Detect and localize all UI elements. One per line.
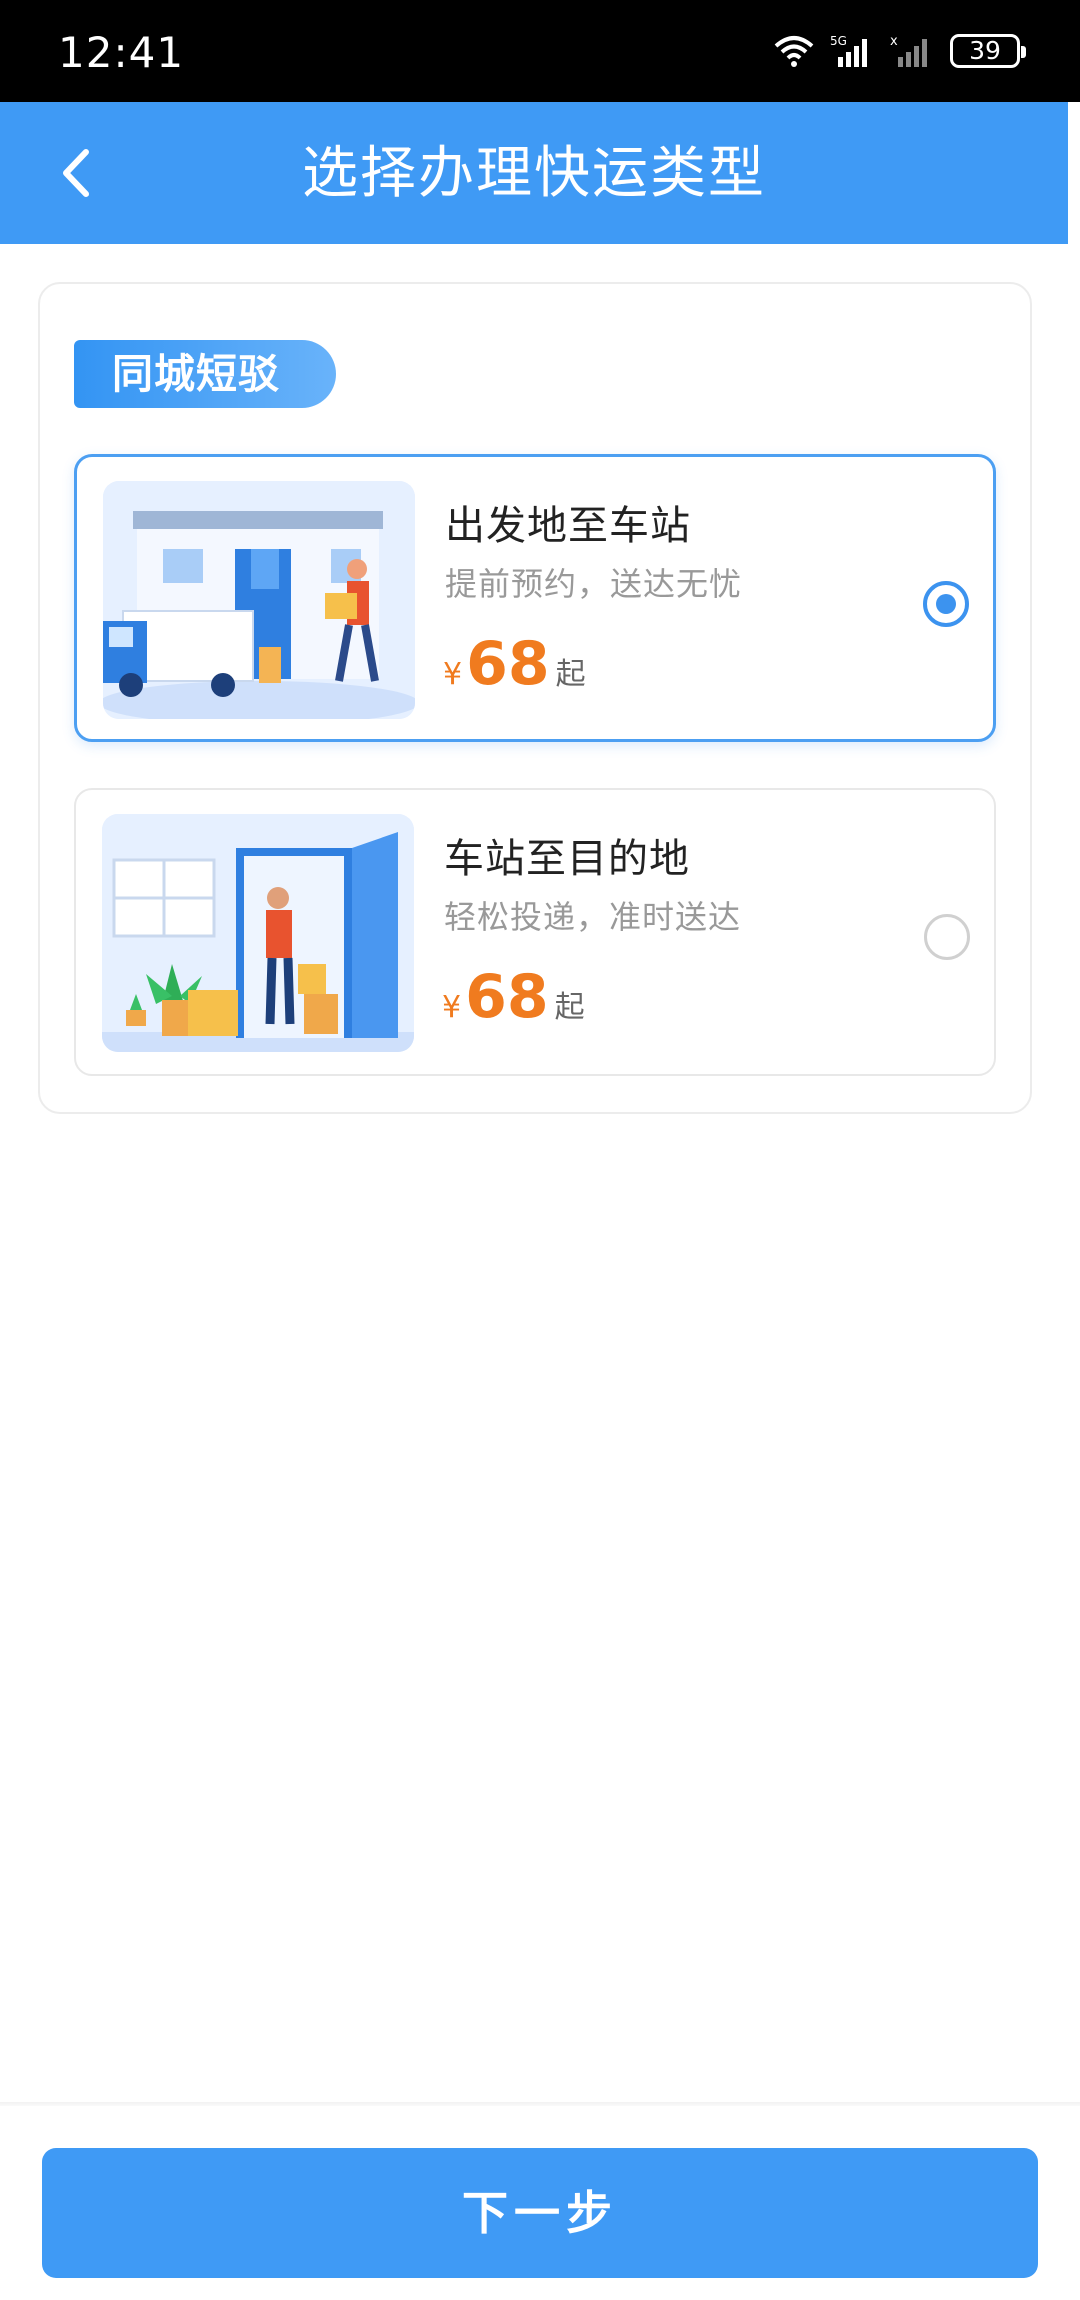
price-suffix: 起 bbox=[554, 990, 585, 1025]
option-origin-to-station[interactable]: 出发地至车站 提前预约，送达无忧 ¥ 68 起 bbox=[74, 454, 996, 742]
price-value: 68 bbox=[466, 629, 550, 699]
app-header: 选择办理快运类型 bbox=[0, 102, 1068, 244]
price-currency: ¥ bbox=[443, 657, 463, 692]
signal-icon: 5G bbox=[830, 34, 867, 67]
section-tag: 同城短驳 bbox=[74, 340, 336, 408]
radio-selected-icon[interactable] bbox=[923, 581, 969, 627]
option-title: 车站至目的地 bbox=[444, 836, 690, 882]
option-title: 出发地至车站 bbox=[445, 503, 691, 549]
battery-icon: 39 bbox=[950, 34, 1026, 68]
svg-text:x: x bbox=[890, 34, 898, 49]
origin-to-station-illustration bbox=[103, 481, 415, 719]
status-time: 12:41 bbox=[58, 28, 185, 77]
status-icons: 5G x 39 bbox=[772, 26, 1026, 76]
screen: 12:41 5G x 39 选择办理快运类型 同城短驳 出发地至车站 提前预约，… bbox=[0, 0, 1080, 2300]
svg-text:5G: 5G bbox=[830, 34, 847, 48]
status-bar: 12:41 5G x 39 bbox=[0, 0, 1080, 102]
station-to-destination-illustration bbox=[102, 814, 414, 1052]
option-subtitle: 提前预约，送达无忧 bbox=[445, 565, 743, 603]
wifi-icon bbox=[774, 36, 814, 67]
radio-unselected-icon[interactable] bbox=[924, 914, 970, 960]
option-station-to-destination[interactable]: 车站至目的地 轻松投递，准时送达 ¥ 68 起 bbox=[74, 788, 996, 1076]
next-step-button[interactable]: 下一步 bbox=[42, 2148, 1038, 2278]
signal-icon: x bbox=[890, 34, 927, 67]
price-currency: ¥ bbox=[442, 990, 462, 1025]
service-type-panel: 同城短驳 出发地至车站 提前预约，送达无忧 ¥ 68 起 车站至目的地 轻松投递… bbox=[38, 282, 1032, 1114]
option-price: ¥ 68 起 bbox=[442, 966, 585, 1028]
option-subtitle: 轻松投递，准时送达 bbox=[444, 898, 742, 936]
price-suffix: 起 bbox=[555, 657, 586, 692]
option-price: ¥ 68 起 bbox=[443, 633, 586, 695]
bottom-divider bbox=[0, 2102, 1080, 2106]
price-value: 68 bbox=[465, 962, 549, 1032]
page-title: 选择办理快运类型 bbox=[302, 141, 766, 206]
